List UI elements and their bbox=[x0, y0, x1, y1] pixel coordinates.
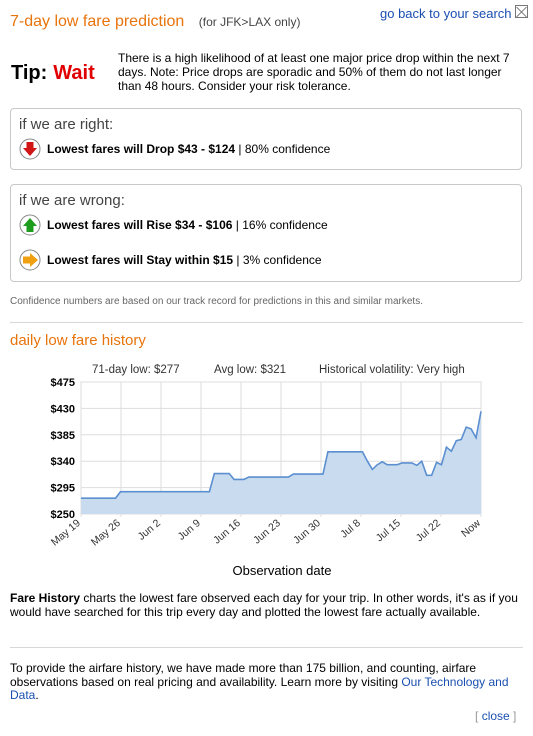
close-icon[interactable] bbox=[515, 5, 528, 18]
stay-confidence: | 3% confidence bbox=[233, 253, 322, 267]
x-tick-label: Jun 30 bbox=[291, 517, 323, 547]
footer-end: . bbox=[35, 688, 39, 702]
tip-label-group: Tip: Wait bbox=[11, 62, 95, 85]
if-right-box: if we are right: Lowest fares will Drop … bbox=[10, 108, 522, 170]
x-tick-label: Jun 9 bbox=[176, 517, 204, 543]
drop-confidence: | 80% confidence bbox=[235, 142, 331, 156]
down-arrow-red-icon bbox=[19, 138, 41, 160]
drop-prediction-text: Lowest fares will Drop $43 - $124 bbox=[47, 142, 236, 156]
stay-prediction-row: Lowest fares will Stay within $15 | 3% c… bbox=[19, 248, 322, 272]
fare-history-description: Fare History charts the lowest fare obse… bbox=[10, 591, 525, 619]
up-arrow-green-icon bbox=[19, 214, 41, 236]
fare-history-bold: Fare History bbox=[10, 591, 81, 605]
divider-2 bbox=[10, 647, 523, 648]
y-tick-label: $385 bbox=[51, 430, 75, 442]
back-to-search-link[interactable]: go back to your search bbox=[380, 6, 512, 21]
x-tick-label: Jun 16 bbox=[211, 517, 243, 547]
prediction-title: 7-day low fare prediction bbox=[10, 13, 185, 30]
x-tick-label: Jun 2 bbox=[136, 517, 164, 543]
x-tick-label: May 19 bbox=[49, 517, 83, 548]
route-subtitle: (for JFK>LAX only) bbox=[198, 15, 301, 29]
divider bbox=[10, 322, 523, 323]
tip-text: There is a high likelihood of at least o… bbox=[118, 51, 510, 93]
rise-prediction-text: Lowest fares will Rise $34 - $106 bbox=[47, 218, 233, 232]
x-tick-label: Jul 15 bbox=[374, 517, 403, 544]
fare-history-text: charts the lowest fare observed each day… bbox=[10, 591, 518, 619]
close-link-group: [ close ] bbox=[475, 709, 516, 723]
x-tick-label: Jul 8 bbox=[338, 517, 363, 541]
footer-text: To provide the airfare history, we have … bbox=[10, 661, 525, 703]
y-tick-label: $430 bbox=[51, 403, 75, 415]
rise-prediction-row: Lowest fares will Rise $34 - $106 | 16% … bbox=[19, 213, 328, 237]
x-axis-label: Observation date bbox=[232, 563, 331, 578]
y-tick-label: $295 bbox=[51, 483, 75, 495]
fare-history-chart: $475$430$385$340$295$250 May 19 May 26 Jun… bbox=[49, 377, 483, 578]
y-tick-label: $340 bbox=[51, 456, 75, 468]
page-title: 7-day low fare prediction (for JFK>LAX o… bbox=[10, 13, 300, 31]
tip-label: Tip: bbox=[11, 62, 48, 84]
right-arrow-orange-icon bbox=[19, 249, 41, 271]
x-tick-label: May 26 bbox=[89, 517, 123, 548]
tip-value: Wait bbox=[53, 62, 95, 84]
rise-confidence: | 16% confidence bbox=[232, 218, 328, 232]
x-tick-label: Jul 22 bbox=[414, 517, 443, 544]
stay-prediction-text: Lowest fares will Stay within $15 bbox=[47, 253, 234, 267]
y-tick-label: $475 bbox=[51, 377, 75, 389]
if-right-heading: if we are right: bbox=[19, 116, 114, 133]
confidence-note: Confidence numbers are based on our trac… bbox=[10, 296, 423, 307]
bracket-open: [ bbox=[475, 709, 479, 723]
drop-prediction-row: Lowest fares will Drop $43 - $124 | 80% … bbox=[19, 137, 330, 161]
if-wrong-box: if we are wrong: Lowest fares will Rise … bbox=[10, 184, 522, 282]
close-link[interactable]: close bbox=[482, 709, 510, 723]
x-tick-label: Now bbox=[459, 517, 483, 540]
history-heading: daily low fare history bbox=[10, 332, 146, 349]
bracket-close: ] bbox=[513, 709, 517, 723]
if-wrong-heading: if we are wrong: bbox=[19, 192, 125, 209]
x-tick-label: Jun 23 bbox=[251, 517, 283, 547]
